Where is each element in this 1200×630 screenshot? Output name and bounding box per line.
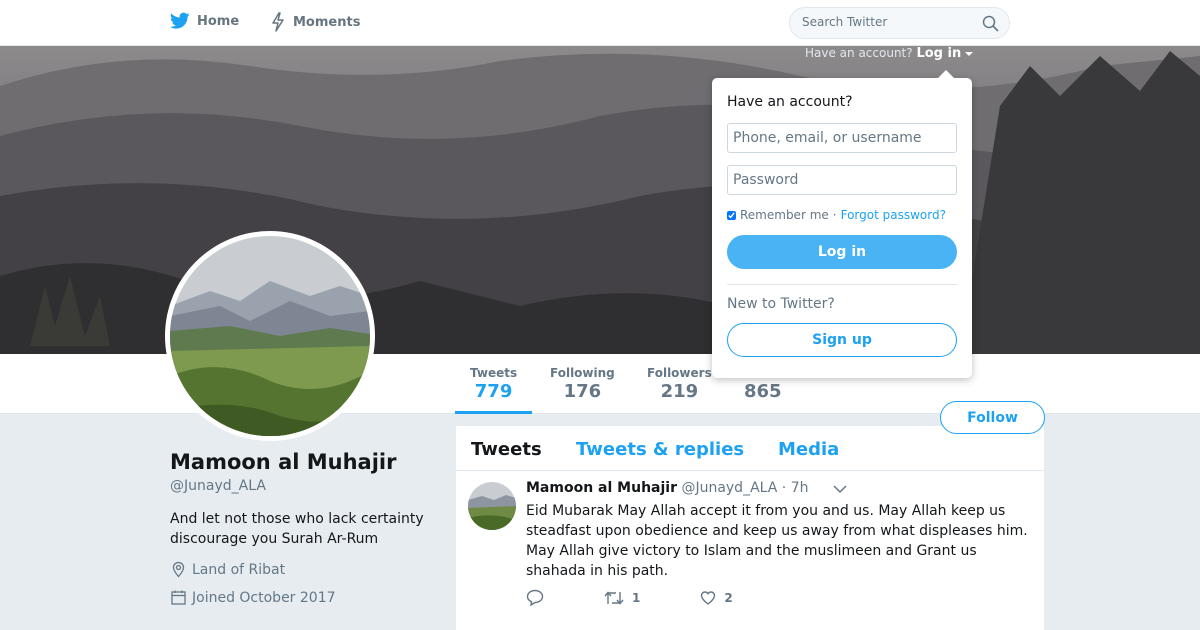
dropdown-divider <box>727 284 957 285</box>
remember-me-label[interactable]: Remember me <box>740 208 829 222</box>
tweet-author-name[interactable]: Mamoon al Muhajir <box>526 480 677 496</box>
profile-bio: And let not those who lack certainty dis… <box>170 511 424 547</box>
profile-location-text: Land of Ribat <box>192 561 286 578</box>
login-hint-link[interactable]: Log in <box>916 46 961 61</box>
tweet-actions: 1 2 <box>526 589 793 606</box>
tweet-avatar-image <box>468 482 516 530</box>
username-field[interactable] <box>727 123 957 153</box>
nav-home-label: Home <box>197 13 240 29</box>
stat-following[interactable]: Following 176 <box>550 366 615 402</box>
nav-moments[interactable]: Moments <box>270 12 360 32</box>
login-hint-text: Have an account? <box>805 46 913 60</box>
stat-following-label: Following <box>550 366 615 380</box>
tweet-header: Mamoon al Muhajir @Junayd_ALA · 7h <box>526 480 808 496</box>
search-icon[interactable] <box>982 15 999 32</box>
search-box <box>789 7 1010 39</box>
password-field[interactable] <box>727 165 957 195</box>
lightning-bolt-icon <box>272 12 284 32</box>
stat-tweets-label: Tweets <box>470 366 518 380</box>
signup-button[interactable]: Sign up <box>727 323 957 357</box>
avatar-landscape-image <box>170 236 370 436</box>
retweet-action[interactable]: 1 <box>604 590 640 606</box>
remember-row: Remember me · Forgot password? <box>727 208 957 222</box>
forgot-password-link[interactable]: Forgot password? <box>841 208 946 222</box>
chevron-down-icon[interactable] <box>833 485 847 494</box>
nav-home[interactable]: Home <box>170 12 239 30</box>
stat-followers-value: 219 <box>660 381 699 402</box>
stat-followers-label: Followers <box>647 366 712 380</box>
tab-media[interactable]: Media <box>778 439 839 460</box>
calendar-icon <box>171 590 186 605</box>
nav-moments-label: Moments <box>293 14 361 30</box>
retweet-count: 1 <box>632 590 641 605</box>
tweet-text: Eid Mubarak May Allah accept it from you… <box>526 503 1028 579</box>
tab-tweets-replies[interactable]: Tweets & replies <box>576 439 744 460</box>
timeline: Tweets Tweets & replies Media Mamoon al … <box>456 426 1044 630</box>
remember-me-checkbox[interactable] <box>727 210 736 220</box>
like-count: 2 <box>724 590 733 605</box>
login-dropdown: Have an account? Remember me · Forgot pa… <box>712 70 972 378</box>
tweet-item[interactable]: Mamoon al Muhajir @Junayd_ALA · 7h Eid M… <box>456 471 1044 630</box>
follow-button[interactable]: Follow <box>940 401 1045 434</box>
reply-icon <box>526 589 544 606</box>
stat-followers[interactable]: Followers 219 <box>647 366 712 402</box>
top-nav-bar: Home Moments <box>0 0 1200 46</box>
login-button[interactable]: Log in <box>727 235 957 269</box>
new-to-twitter-label: New to Twitter? <box>727 296 835 312</box>
tab-tweets[interactable]: Tweets <box>471 439 542 460</box>
tweet-author-handle[interactable]: @Junayd_ALA <box>681 480 777 496</box>
tweet-timestamp[interactable]: · 7h <box>782 480 809 496</box>
tweet-avatar[interactable] <box>468 482 516 530</box>
stat-likes-value: 865 <box>744 381 782 402</box>
retweet-icon <box>604 590 624 605</box>
location-pin-icon <box>172 561 185 578</box>
caret-down-icon[interactable] <box>965 51 974 57</box>
login-dropdown-title: Have an account? <box>727 94 853 110</box>
search-input[interactable] <box>802 15 972 29</box>
login-hint: Have an account? Log in <box>805 46 974 61</box>
stat-tweets[interactable]: Tweets 779 <box>454 366 533 414</box>
like-action[interactable]: 2 <box>700 590 733 606</box>
profile-joined-text: Joined October 2017 <box>192 589 336 606</box>
remember-separator: · <box>832 208 837 222</box>
stat-tweets-value: 779 <box>474 381 513 402</box>
profile-joined: Joined October 2017 <box>170 589 336 606</box>
reply-action[interactable] <box>526 589 544 606</box>
profile-avatar[interactable] <box>165 231 375 441</box>
stat-following-value: 176 <box>563 381 602 402</box>
profile-name[interactable]: Mamoon al Muhajir <box>170 450 396 474</box>
profile-handle[interactable]: @Junayd_ALA <box>170 478 266 494</box>
twitter-bird-icon <box>170 12 190 29</box>
heart-icon <box>701 590 716 605</box>
profile-location: Land of Ribat <box>170 561 285 578</box>
